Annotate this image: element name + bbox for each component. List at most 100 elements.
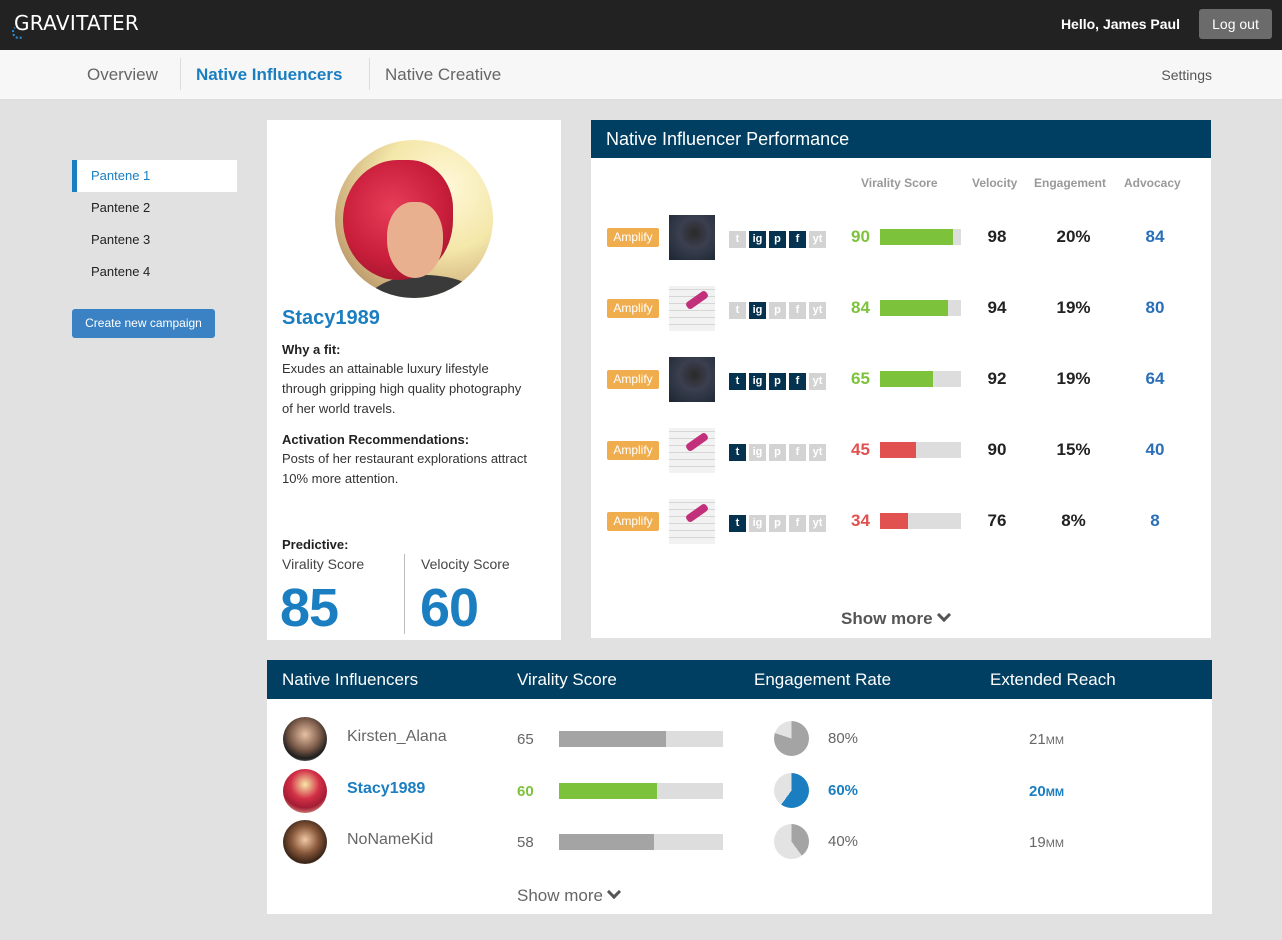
twitter-icon[interactable]: t (729, 231, 746, 248)
amplify-button[interactable]: Amplify (607, 299, 659, 318)
sidebar-item-pantene-2[interactable]: Pantene 2 (72, 192, 237, 224)
col-native-influencers[interactable]: Native Influencers (282, 670, 418, 690)
table-show-more[interactable]: Show more (517, 884, 622, 906)
post-thumbnail[interactable] (669, 286, 715, 331)
extended-reach-value: 20MM (1029, 783, 1064, 800)
post-thumbnail[interactable] (669, 357, 715, 402)
table-row[interactable]: NoNameKid 58 40% 19MM (267, 817, 1212, 867)
pinterest-icon[interactable]: p (769, 302, 786, 319)
amplify-button[interactable]: Amplify (607, 370, 659, 389)
avatar[interactable] (283, 820, 327, 864)
col-engagement-rate[interactable]: Engagement Rate (754, 670, 891, 690)
virality-bar (880, 300, 961, 316)
influencer-name[interactable]: Kirsten_Alana (347, 728, 447, 746)
why-fit-text: Exudes an attainable luxury lifestyle th… (282, 361, 522, 416)
facebook-icon[interactable]: f (789, 515, 806, 532)
velocity-value: 76 (987, 511, 1007, 530)
instagram-icon[interactable]: ig (749, 373, 766, 390)
reach-number: 20 (1029, 783, 1046, 800)
col-virality: Virality Score (861, 176, 938, 190)
avatar[interactable] (283, 717, 327, 761)
facebook-icon[interactable]: f (789, 373, 806, 390)
virality-value: 90 (851, 227, 870, 246)
show-more-label: Show more (841, 609, 933, 628)
youtube-icon[interactable]: yt (809, 444, 826, 461)
tab-native-influencers[interactable]: Native Influencers (196, 65, 342, 85)
create-campaign-button[interactable]: Create new campaign (72, 309, 215, 338)
amplify-button[interactable]: Amplify (607, 441, 659, 460)
engagement-pie-chart (774, 824, 809, 859)
post-thumbnail[interactable] (669, 215, 715, 260)
virality-value: 84 (851, 298, 870, 317)
twitter-icon[interactable]: t (729, 302, 746, 319)
twitter-icon[interactable]: t (729, 515, 746, 532)
instagram-icon[interactable]: ig (749, 444, 766, 461)
col-virality-score[interactable]: Virality Score (517, 670, 617, 690)
tab-overview[interactable]: Overview (87, 65, 158, 85)
pinterest-icon[interactable]: p (769, 444, 786, 461)
predictive-label: Predictive: (282, 537, 349, 552)
influencer-name[interactable]: Stacy1989 (347, 780, 425, 798)
post-thumbnail[interactable] (669, 428, 715, 473)
virality-value: 65 (517, 731, 534, 748)
col-velocity: Velocity (972, 176, 1018, 190)
sidebar-item-pantene-3[interactable]: Pantene 3 (72, 224, 237, 256)
twitter-icon[interactable]: t (729, 373, 746, 390)
pinterest-icon[interactable]: p (769, 231, 786, 248)
col-engagement: Engagement (1034, 176, 1107, 190)
logout-button[interactable]: Log out (1199, 9, 1272, 39)
chevron-down-icon (936, 607, 951, 623)
influencer-profile-card: Stacy1989 Why a fit: Exudes an attainabl… (267, 120, 561, 640)
virality-value: 58 (517, 834, 534, 851)
youtube-icon[interactable]: yt (809, 373, 826, 390)
sidebar-item-pantene-1[interactable]: Pantene 1 (72, 160, 237, 192)
youtube-icon[interactable]: yt (809, 231, 826, 248)
facebook-icon[interactable]: f (789, 231, 806, 248)
instagram-icon[interactable]: ig (749, 231, 766, 248)
table-header: Native Influencers Virality Score Engage… (267, 660, 1212, 699)
youtube-icon[interactable]: yt (809, 302, 826, 319)
engagement-value: 8% (1061, 511, 1086, 530)
advocacy-value: 40 (1145, 440, 1165, 459)
instagram-icon[interactable]: ig (749, 515, 766, 532)
post-thumbnail[interactable] (669, 499, 715, 544)
virality-bar (880, 442, 961, 458)
activation-label: Activation Recommendations: (282, 432, 470, 447)
reach-number: 19 (1029, 834, 1046, 851)
velocity-value: 98 (987, 227, 1007, 246)
profile-name[interactable]: Stacy1989 (282, 307, 380, 330)
virality-bar (559, 783, 723, 799)
velocity-score-label: Velocity Score (421, 556, 510, 572)
tab-native-creative[interactable]: Native Creative (385, 65, 501, 85)
instagram-icon[interactable]: ig (749, 302, 766, 319)
influencer-name[interactable]: NoNameKid (347, 831, 433, 849)
pinterest-icon[interactable]: p (769, 515, 786, 532)
amplify-button[interactable]: Amplify (607, 228, 659, 247)
app-logo[interactable]: GRAVITATER (12, 11, 139, 39)
main-nav: Overview Native Influencers Native Creat… (0, 50, 1282, 100)
amplify-button[interactable]: Amplify (607, 512, 659, 531)
facebook-icon[interactable]: f (789, 302, 806, 319)
sidebar-item-pantene-4[interactable]: Pantene 4 (72, 256, 237, 288)
chevron-down-icon (606, 884, 622, 900)
table-row[interactable]: Stacy1989 60 60% 20MM (267, 766, 1212, 816)
performance-show-more[interactable]: Show more (841, 607, 951, 629)
pinterest-icon[interactable]: p (769, 373, 786, 390)
settings-link[interactable]: Settings (1161, 67, 1212, 83)
twitter-icon[interactable]: t (729, 444, 746, 461)
facebook-icon[interactable]: f (789, 444, 806, 461)
social-icons: t ig p f yt (729, 371, 829, 390)
score-divider (404, 554, 405, 634)
social-icons: t ig p f yt (729, 513, 829, 532)
reach-unit: MM (1045, 838, 1065, 850)
col-advocacy: Advocacy (1124, 176, 1181, 190)
col-extended-reach[interactable]: Extended Reach (990, 670, 1116, 690)
reach-unit: MM (1045, 735, 1065, 747)
virality-score-label: Virality Score (282, 556, 365, 572)
youtube-icon[interactable]: yt (809, 515, 826, 532)
engagement-value: 19% (1056, 369, 1091, 388)
extended-reach-value: 21MM (1029, 731, 1064, 748)
avatar[interactable] (283, 769, 327, 813)
table-row[interactable]: Kirsten_Alana 65 80% 21MM (267, 714, 1212, 764)
engagement-value: 15% (1056, 440, 1091, 459)
